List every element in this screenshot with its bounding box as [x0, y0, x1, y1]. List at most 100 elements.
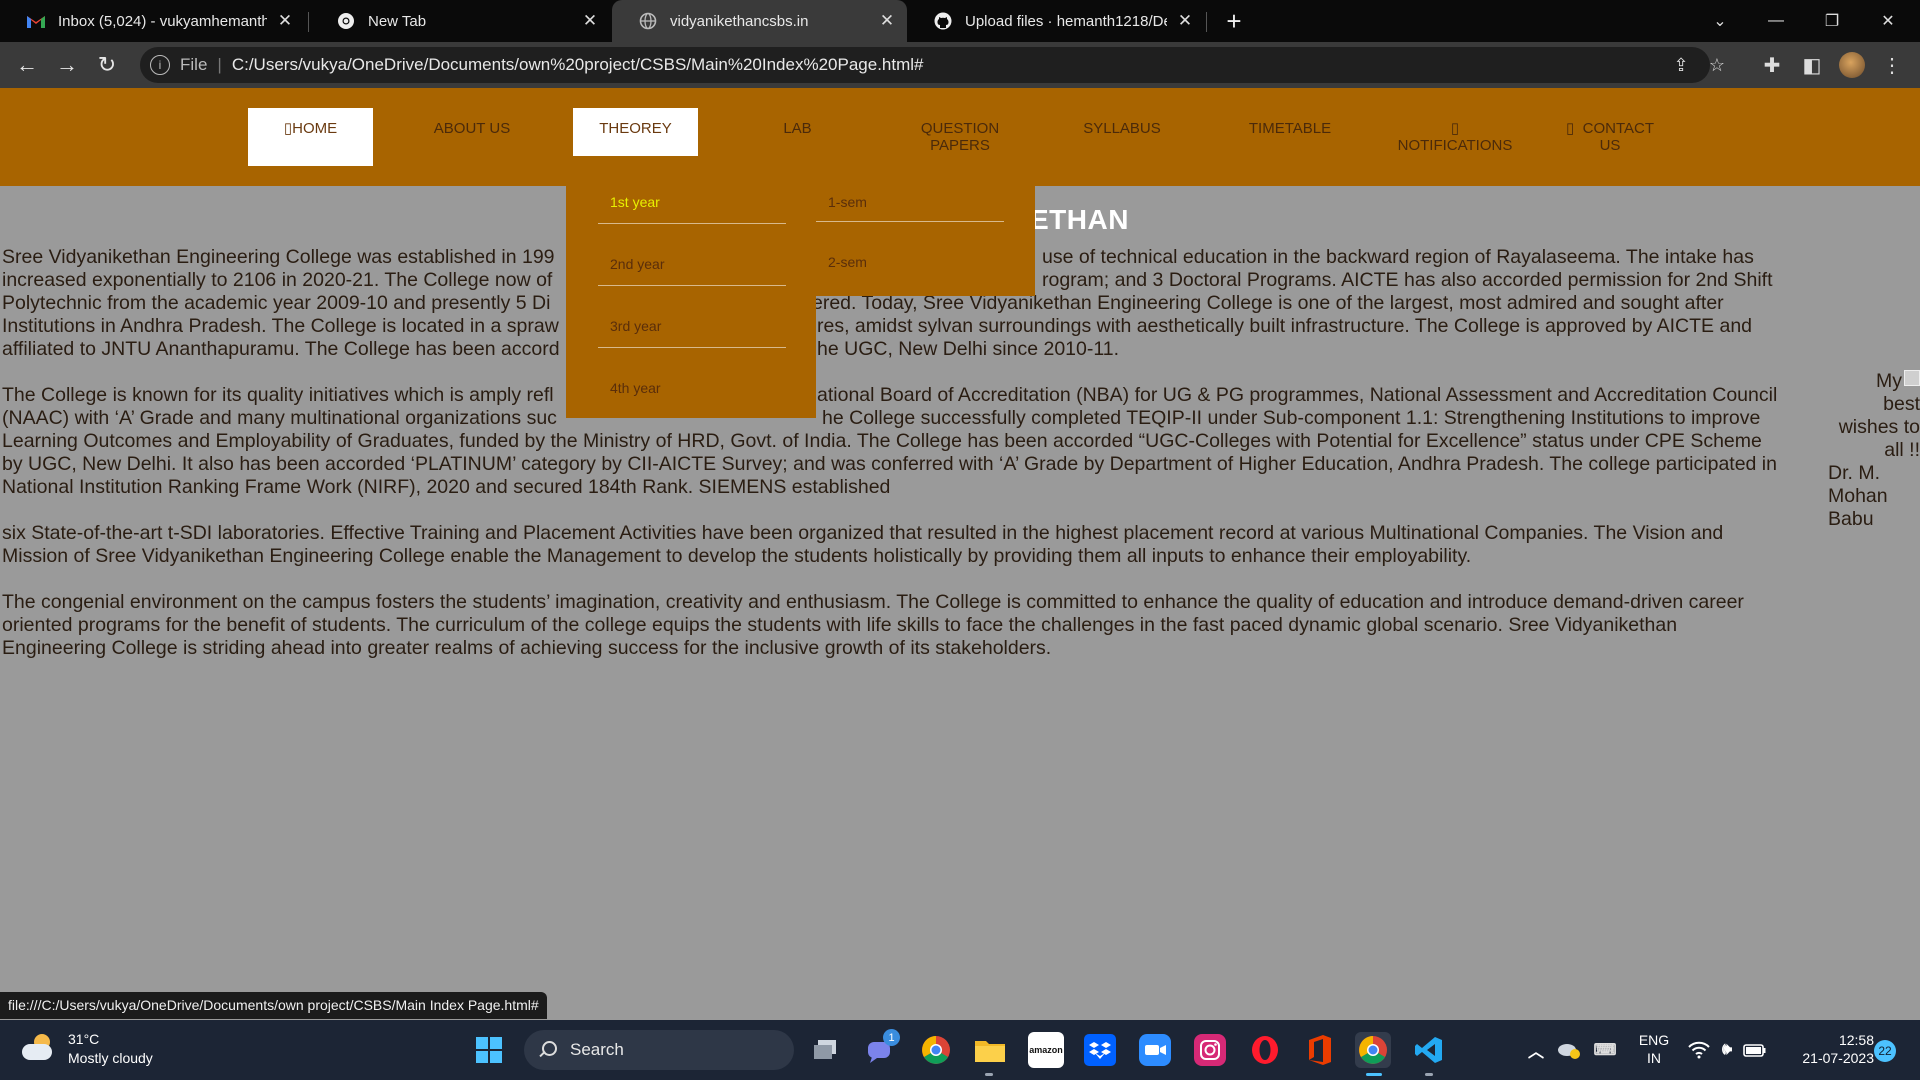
nav-label: SYLLABUS: [1083, 120, 1161, 137]
github-icon: [933, 11, 953, 31]
home-icon: ▯: [283, 120, 293, 137]
url-divider: |: [217, 55, 222, 74]
opera-icon[interactable]: [1247, 1032, 1283, 1068]
show-hidden-icons-chevron-icon[interactable]: ︿: [1523, 1032, 1549, 1068]
tab-github[interactable]: Upload files · hemanth1218/Depa ✕: [907, 0, 1205, 42]
info-icon[interactable]: i: [150, 55, 170, 75]
close-icon[interactable]: ✕: [580, 11, 600, 31]
bookmark-star-icon[interactable]: ☆: [1704, 52, 1730, 78]
close-icon[interactable]: ✕: [877, 11, 897, 31]
onedrive-warning-icon[interactable]: [1554, 1032, 1584, 1068]
nav-theory[interactable]: THEOREY: [573, 108, 698, 156]
text-line: My: [1826, 370, 1920, 393]
nav-label: CONTACT US: [1582, 120, 1654, 154]
dropdown-item-3rd-year[interactable]: 3rd year: [598, 316, 786, 348]
page-viewport: ETHAN Sree Vidyanikethan Engineering Col…: [0, 88, 1920, 1020]
new-tab-icon[interactable]: +: [1219, 6, 1249, 36]
windows-start-icon[interactable]: [471, 1032, 507, 1068]
weather-cloudy-icon: [20, 1034, 56, 1064]
text-line: Engineering College is striding ahead in…: [2, 637, 1052, 659]
nav-label: LAB: [783, 120, 812, 137]
running-indicator: [985, 1073, 993, 1076]
nav-syllabus[interactable]: SYLLABUS: [1062, 108, 1182, 166]
battery-icon[interactable]: [1742, 1032, 1768, 1068]
close-icon[interactable]: ✕: [1175, 11, 1195, 31]
dropdown-item-2nd-year[interactable]: 2nd year: [598, 254, 786, 286]
file-explorer-icon[interactable]: [972, 1032, 1008, 1068]
window-close-icon[interactable]: ✕: [1860, 0, 1916, 42]
nav-label: TIMETABLE: [1248, 120, 1332, 137]
text-line: increased exponentially to 2106 in 2020-…: [2, 269, 553, 291]
amazon-icon[interactable]: amazon: [1028, 1032, 1064, 1068]
notification-count-badge[interactable]: 22: [1874, 1040, 1896, 1062]
extensions-puzzle-icon[interactable]: ✚: [1757, 50, 1787, 80]
language-indicator[interactable]: ENG IN: [1626, 1031, 1682, 1067]
back-arrow-icon[interactable]: ←: [12, 50, 42, 80]
text-line: he College successfully completed TEQIP-…: [822, 407, 1761, 429]
instagram-icon[interactable]: [1192, 1032, 1228, 1068]
clock[interactable]: 12:58 21-07-2023: [1784, 1031, 1874, 1067]
minimize-icon[interactable]: —: [1748, 0, 1804, 42]
keyboard-icon[interactable]: ⌨: [1590, 1032, 1620, 1068]
search-label: Search: [570, 1040, 624, 1059]
dropdown-item-2-sem[interactable]: 2-sem: [816, 252, 1004, 274]
address-bar[interactable]: i File | C:/Users/vukya/OneDrive/Documen…: [140, 47, 1725, 83]
weather-description: Mostly cloudy: [68, 1050, 153, 1066]
language-code: ENG: [1638, 1032, 1670, 1048]
running-indicator: [1425, 1073, 1433, 1076]
nav-home[interactable]: ▯HOME: [248, 108, 373, 166]
close-icon[interactable]: ✕: [275, 11, 295, 31]
task-view-icon[interactable]: [808, 1032, 844, 1068]
nav-timetable[interactable]: TIMETABLE: [1230, 108, 1350, 166]
taskbar-search[interactable]: Search: [524, 1030, 794, 1070]
vscode-icon[interactable]: [1411, 1032, 1447, 1068]
text-line: ational Board of Accreditation (NBA) for…: [817, 384, 1778, 406]
weather-widget[interactable]: 31°C Mostly cloudy: [20, 1030, 153, 1068]
tab-gmail[interactable]: Inbox (5,024) - vukyamhemanth1 ✕: [0, 0, 305, 42]
tab-search-chevron-icon[interactable]: ⌄: [1692, 0, 1748, 42]
dropdown-item-4th-year[interactable]: 4th year: [598, 378, 786, 400]
tab-vidyanikethan[interactable]: vidyanikethancsbs.in ✕: [612, 0, 907, 42]
profile-avatar[interactable]: [1839, 52, 1865, 78]
wifi-icon[interactable]: [1686, 1032, 1712, 1068]
chrome-active-taskbar-icon[interactable]: [1355, 1032, 1391, 1068]
side-panel-icon[interactable]: ◧: [1797, 50, 1827, 80]
teams-badge: 1: [883, 1029, 900, 1046]
text-line: The congenial environment on the campus …: [2, 591, 1744, 613]
tab-new-tab[interactable]: New Tab ✕: [310, 0, 610, 42]
wishes-line: My: [1876, 370, 1902, 392]
active-indicator: [1366, 1073, 1382, 1076]
text-line: he UGC, New Delhi since 2010-11.: [817, 338, 1120, 360]
nav-label: THEOREY: [599, 120, 672, 137]
text-line: Sree Vidyanikethan Engineering College w…: [2, 246, 555, 268]
nav-lab[interactable]: LAB: [740, 108, 855, 166]
globe-icon: [638, 11, 658, 31]
share-icon[interactable]: ⇪: [1668, 52, 1694, 78]
text-line: Institutions in Andhra Pradesh. The Coll…: [2, 315, 559, 337]
link-status-bar: file:///C:/Users/vukya/OneDrive/Document…: [0, 992, 547, 1019]
tab-divider: [1206, 12, 1207, 32]
author-line: Babu: [1828, 508, 1874, 530]
text-line: res, amidst sylvan surroundings with aes…: [817, 315, 1753, 337]
dropdown-item-1-sem[interactable]: 1-sem: [816, 192, 1004, 222]
menu-kebab-icon[interactable]: ⋮: [1877, 50, 1907, 80]
nav-contact-us[interactable]: ▯ CONTACT US: [1555, 108, 1665, 166]
clock-date: 21-07-2023: [1802, 1050, 1874, 1066]
url-text[interactable]: C:/Users/vukya/OneDrive/Documents/own%20…: [232, 55, 924, 75]
theory-year-dropdown: 1st year 2nd year 3rd year 4th year: [566, 186, 816, 418]
chrome-taskbar-icon[interactable]: [918, 1032, 954, 1068]
nav-notifications[interactable]: ▯ NOTIFICATIONS: [1385, 108, 1525, 166]
forward-arrow-icon[interactable]: →: [52, 50, 82, 80]
office-icon[interactable]: [1302, 1032, 1338, 1068]
text-line: six State-of-the-art t-SDI laboratories.…: [2, 522, 1724, 544]
author-line: Mohan: [1828, 485, 1888, 507]
restore-icon[interactable]: ❐: [1804, 0, 1860, 42]
volume-icon[interactable]: 🕪: [1714, 1032, 1740, 1068]
nav-question-papers[interactable]: QUESTION PAPERS: [900, 108, 1020, 166]
nav-about-us[interactable]: ABOUT US: [412, 108, 532, 166]
zoom-icon[interactable]: [1137, 1032, 1173, 1068]
text-line: The College is known for its quality ini…: [2, 384, 554, 406]
reload-icon[interactable]: ↻: [92, 50, 122, 80]
dropbox-icon[interactable]: [1082, 1032, 1118, 1068]
dropdown-item-1st-year[interactable]: 1st year: [598, 192, 786, 224]
